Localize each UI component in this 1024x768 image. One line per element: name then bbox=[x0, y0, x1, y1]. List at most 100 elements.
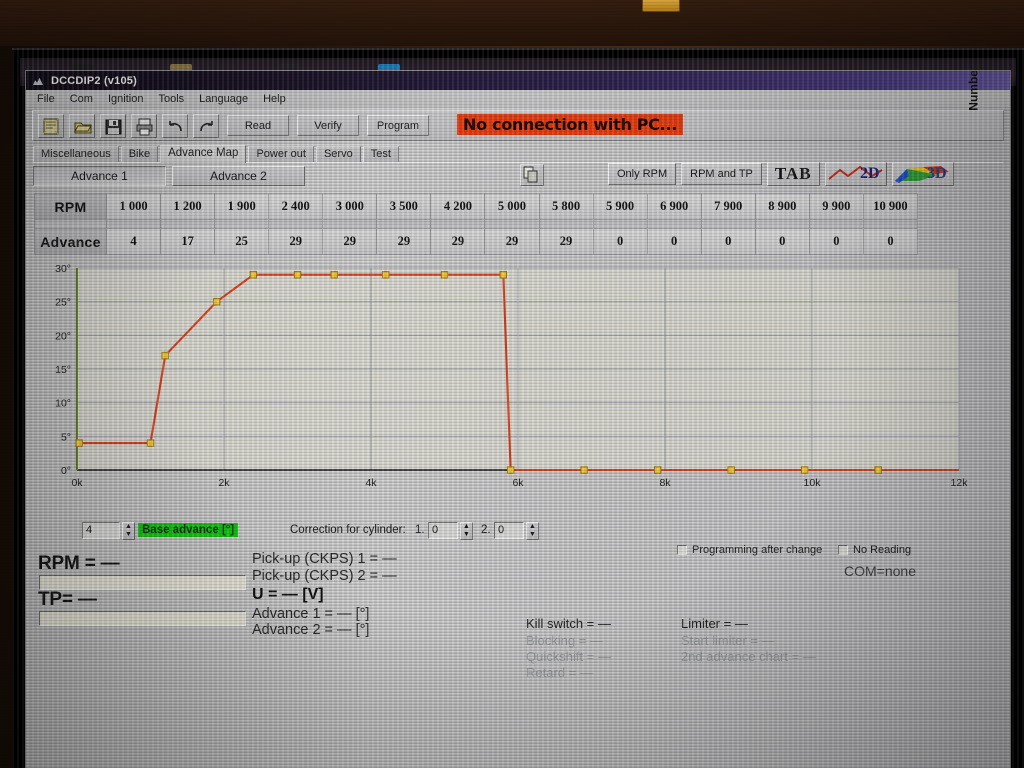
data-point-marker[interactable] bbox=[212, 297, 221, 306]
data-point-marker[interactable] bbox=[249, 271, 258, 279]
data-point-marker[interactable] bbox=[382, 271, 390, 279]
programming-after-change-label: Programming after change bbox=[692, 544, 823, 556]
rpm-cell[interactable]: 9 900 bbox=[808, 193, 864, 220]
spacer-cell bbox=[376, 219, 432, 229]
tab-bike[interactable]: Bike bbox=[120, 146, 159, 162]
rpm-cell[interactable]: 2 400 bbox=[268, 193, 324, 220]
menu-item-com[interactable]: Com bbox=[64, 92, 99, 106]
cylinder-1-stepper[interactable]: ▲ ▼ bbox=[460, 522, 473, 540]
data-point-marker[interactable] bbox=[146, 439, 155, 447]
data-point-marker[interactable] bbox=[874, 466, 882, 474]
menu-item-language[interactable]: Language bbox=[193, 92, 254, 106]
spacer-cell bbox=[214, 219, 270, 229]
advance-table-wrap: RPM 1 000 1 200 1 900 2 400 3 000 3 500 4 200 5 … bbox=[34, 193, 1004, 255]
new-file-icon[interactable] bbox=[38, 113, 64, 138]
tab-servo[interactable]: Servo bbox=[315, 146, 361, 162]
advance-chart[interactable]: 0° 5° 10° 15° 20° 25° 30° 0k 2k 4k 6k 8k 10k 12k Numb… bbox=[34, 71, 981, 513]
photo-of-monitor: DCCDIP2 (v105) File Com Ignition Tools L… bbox=[0, 0, 1024, 768]
rpm-cell[interactable]: 10 900 bbox=[862, 193, 919, 220]
x-tick-label: 10k bbox=[804, 477, 822, 489]
open-folder-icon[interactable] bbox=[69, 113, 95, 138]
menu-item-ignition[interactable]: Ignition bbox=[102, 92, 149, 106]
rpm-cell[interactable]: 5 900 bbox=[592, 193, 648, 220]
advance1-readout: Advance 1 = — [°] bbox=[252, 606, 370, 622]
base-advance-stepper[interactable]: ▲ ▼ bbox=[122, 522, 135, 540]
data-point-marker[interactable] bbox=[727, 466, 735, 474]
rpm-cell[interactable]: 6 900 bbox=[646, 193, 702, 220]
data-point-marker[interactable] bbox=[653, 466, 662, 474]
programming-after-change-checkbox[interactable]: Programming after change bbox=[677, 544, 822, 556]
advance-cell[interactable]: 0 bbox=[592, 228, 648, 255]
advance-cell[interactable]: 29 bbox=[322, 228, 378, 255]
advance-cell[interactable]: 0 bbox=[700, 228, 756, 255]
menu-item-file[interactable]: File bbox=[31, 92, 61, 106]
data-point-marker[interactable] bbox=[580, 466, 588, 474]
checkbox-box[interactable] bbox=[838, 545, 848, 555]
tab-power-out[interactable]: Power out bbox=[248, 146, 314, 162]
subtab-advance-2[interactable]: Advance 2 bbox=[172, 166, 305, 186]
advance-cell[interactable]: 4 bbox=[105, 228, 162, 255]
menu-item-help[interactable]: Help bbox=[257, 92, 292, 106]
menu-item-tools[interactable]: Tools bbox=[152, 92, 190, 106]
program-button[interactable]: Program bbox=[367, 115, 429, 136]
advance-cell[interactable]: 0 bbox=[862, 228, 919, 255]
rpm-cell[interactable]: 5 800 bbox=[538, 193, 594, 220]
data-point-marker[interactable] bbox=[506, 466, 515, 474]
advance-cell[interactable]: 17 bbox=[160, 228, 216, 255]
data-point-marker[interactable] bbox=[800, 466, 809, 474]
checkbox-box[interactable] bbox=[677, 545, 687, 555]
rpm-cell[interactable]: 1 200 bbox=[160, 193, 216, 220]
subtab-advance-1[interactable]: Advance 1 bbox=[33, 166, 166, 186]
rpm-cell[interactable]: 3 500 bbox=[376, 193, 432, 220]
spacer-cell bbox=[646, 219, 702, 229]
data-point-marker[interactable] bbox=[499, 271, 508, 279]
3d-view-button[interactable]: 3D bbox=[891, 162, 954, 186]
rpm-cell[interactable]: 7 900 bbox=[700, 193, 756, 220]
advance-cell[interactable]: 0 bbox=[754, 228, 810, 255]
no-reading-checkbox[interactable]: No Reading bbox=[838, 544, 911, 556]
advance-cell[interactable]: 29 bbox=[538, 228, 594, 255]
rpm-cell[interactable]: 5 000 bbox=[484, 193, 540, 220]
window-titlebar[interactable]: DCCDIP2 (v105) bbox=[26, 71, 1010, 90]
print-icon[interactable] bbox=[131, 113, 157, 138]
verify-button[interactable]: Verify bbox=[297, 115, 359, 136]
advance-cell[interactable]: 29 bbox=[376, 228, 432, 255]
data-point-marker[interactable] bbox=[75, 439, 83, 447]
data-point-marker[interactable] bbox=[330, 271, 338, 279]
rpm-cell[interactable]: 1 900 bbox=[214, 193, 270, 220]
redo-icon[interactable] bbox=[193, 113, 219, 138]
data-point-marker[interactable] bbox=[161, 351, 169, 360]
only-rpm-button[interactable]: Only RPM bbox=[608, 163, 677, 185]
cylinder-2-correction-input[interactable]: 0 bbox=[494, 522, 524, 539]
read-button[interactable]: Read bbox=[227, 115, 289, 136]
advance-cell[interactable]: 29 bbox=[268, 228, 324, 255]
2d-view-button[interactable]: 2D bbox=[824, 162, 887, 186]
cylinder-2-stepper[interactable]: ▲ ▼ bbox=[526, 522, 539, 540]
advance-cell[interactable]: 29 bbox=[430, 228, 486, 255]
advance-cell[interactable]: 29 bbox=[484, 228, 540, 255]
data-point-marker[interactable] bbox=[440, 271, 449, 279]
advance-cell[interactable]: 25 bbox=[214, 228, 270, 255]
copy-icon[interactable] bbox=[520, 164, 544, 186]
tab-miscellaneous[interactable]: Miscellaneous bbox=[33, 146, 119, 162]
spacer-cell bbox=[430, 219, 486, 229]
advance-cell[interactable]: 0 bbox=[808, 228, 864, 255]
save-floppy-icon[interactable] bbox=[100, 113, 126, 138]
data-point-marker[interactable] bbox=[293, 271, 302, 279]
cylinder-1-correction-input[interactable]: 0 bbox=[428, 522, 458, 539]
rpm-cell[interactable]: 1 000 bbox=[105, 193, 162, 220]
rpm-cell[interactable]: 8 900 bbox=[754, 193, 810, 220]
tab-view-button[interactable]: TAB bbox=[766, 162, 820, 186]
application-window: DCCDIP2 (v105) File Com Ignition Tools L… bbox=[25, 70, 1011, 768]
advance-cell[interactable]: 0 bbox=[646, 228, 702, 255]
spacer-cell bbox=[700, 219, 756, 229]
rpm-and-tp-button[interactable]: RPM and TP bbox=[681, 163, 762, 185]
tab-advance-map[interactable]: Advance Map bbox=[160, 145, 247, 163]
tab-test[interactable]: Test bbox=[362, 146, 399, 162]
row-header-advance: Advance bbox=[34, 228, 107, 255]
rpm-cell[interactable]: 4 200 bbox=[430, 193, 486, 220]
rpm-cell[interactable]: 3 000 bbox=[322, 193, 378, 220]
base-advance-input[interactable]: 4 bbox=[82, 522, 120, 539]
undo-icon[interactable] bbox=[162, 113, 188, 138]
x-tick-label: 0k bbox=[71, 477, 83, 489]
